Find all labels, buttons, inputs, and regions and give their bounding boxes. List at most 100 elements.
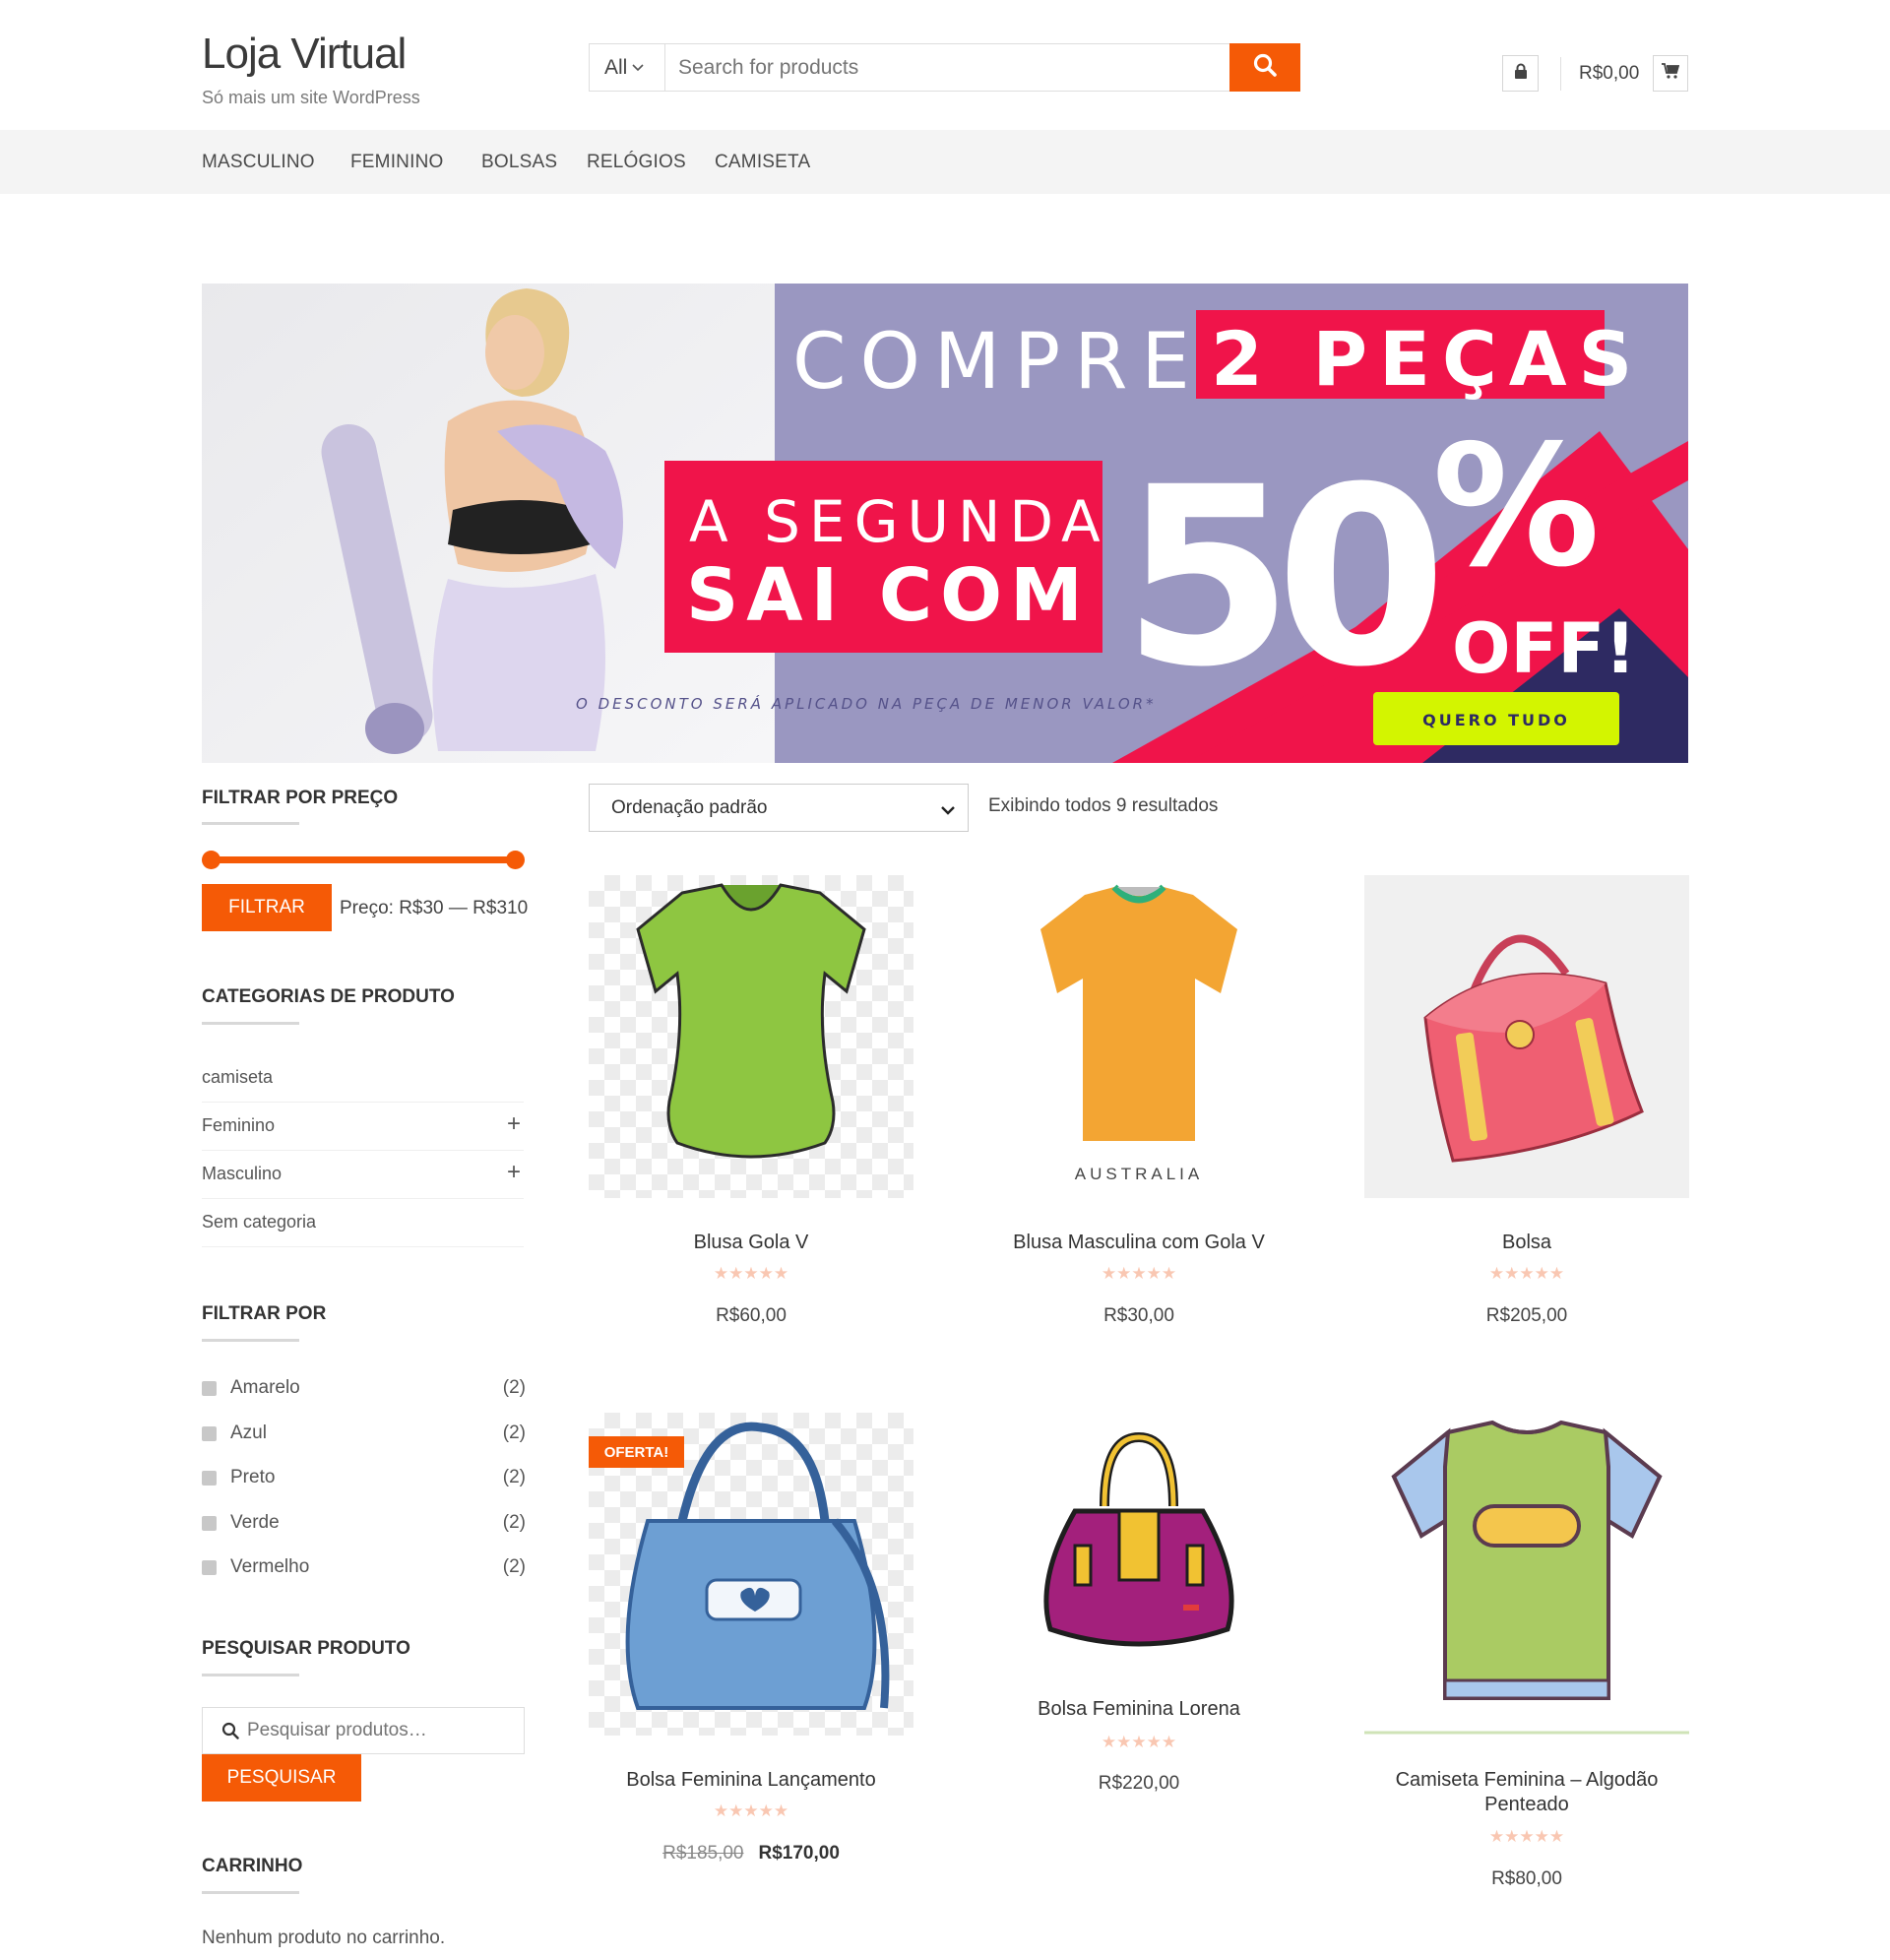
- product-price: R$205,00: [1485, 1305, 1568, 1326]
- price-slider-max-handle[interactable]: [506, 851, 525, 869]
- nav-item-bolsas[interactable]: BOLSAS: [481, 152, 557, 173]
- product-price: R$80,00: [1491, 1868, 1562, 1889]
- filter-count: (2): [502, 1377, 526, 1398]
- product-image[interactable]: [1364, 1413, 1689, 1736]
- filter-label: Amarelo: [230, 1377, 300, 1398]
- product-title[interactable]: Blusa Gola V: [589, 1231, 914, 1255]
- filter-label: Vermelho: [230, 1556, 310, 1577]
- filter-option-amarelo[interactable]: Amarelo (2): [202, 1375, 526, 1405]
- cart-total[interactable]: R$0,00: [1579, 63, 1639, 85]
- nav-item-masculino[interactable]: MASCULINO: [202, 152, 315, 173]
- price-slider-min-handle[interactable]: [202, 851, 220, 869]
- filter-option-preto[interactable]: Preto (2): [202, 1465, 526, 1494]
- filter-checkbox[interactable]: [202, 1381, 217, 1396]
- product-image[interactable]: [976, 1413, 1301, 1669]
- filter-by-title: FILTRAR POR: [202, 1303, 327, 1324]
- filter-count: (2): [502, 1467, 526, 1487]
- sidebar-search-button[interactable]: PESQUISAR: [202, 1754, 361, 1802]
- product-price: R$185,00 R$170,00: [589, 1843, 914, 1865]
- green-tshirt-illustration: [1364, 1420, 1689, 1735]
- product-title[interactable]: Bolsa Feminina Lançamento: [589, 1768, 914, 1793]
- product-price: R$30,00: [1103, 1305, 1174, 1326]
- product-card-bolsa-feminina-lancamento[interactable]: OFERTA! Bolsa Feminina Lançamento ★★★★★ …: [589, 1413, 914, 1875]
- filter-checkbox[interactable]: [202, 1426, 217, 1441]
- page: Loja Virtual Só mais um site WordPress A…: [0, 0, 1890, 1960]
- price-slider-track[interactable]: [209, 856, 516, 863]
- filter-checkbox[interactable]: [202, 1471, 217, 1486]
- category-item-feminino[interactable]: Feminino +: [202, 1103, 524, 1151]
- category-label: camiseta: [202, 1067, 274, 1087]
- site-title[interactable]: Loja Virtual: [202, 30, 407, 79]
- search-icon: [1252, 52, 1278, 83]
- shirt-print-text: AUSTRALIA: [1074, 1165, 1204, 1183]
- product-image[interactable]: [589, 875, 914, 1198]
- price-range-label: Preço: R$30 — R$310: [340, 898, 529, 918]
- search-icon: [221, 1722, 239, 1744]
- empty-cart-message: Nenhum produto no carrinho.: [202, 1928, 446, 1948]
- orderby-selected-value: Ordenação padrão: [611, 796, 768, 818]
- cart-button[interactable]: [1653, 55, 1688, 92]
- banner-percent: %: [1432, 410, 1600, 604]
- product-card-bolsa-feminina-lorena[interactable]: Bolsa Feminina Lorena ★★★★★ R$220,00: [976, 1413, 1301, 1826]
- filter-option-verde[interactable]: Verde (2): [202, 1510, 526, 1540]
- category-item-sem-categoria[interactable]: Sem categoria: [202, 1199, 524, 1247]
- product-card-bolsa[interactable]: Bolsa ★★★★★ R$205,00: [1364, 875, 1689, 1338]
- filter-button[interactable]: FILTRAR: [202, 884, 332, 931]
- product-title[interactable]: Bolsa: [1364, 1231, 1689, 1255]
- result-count: Exibindo todos 9 resultados: [988, 795, 1219, 816]
- product-price: R$220,00: [1098, 1773, 1180, 1794]
- price-filter-title: FILTRAR POR PREÇO: [202, 788, 399, 808]
- search-input[interactable]: [665, 44, 1229, 91]
- search-category-select[interactable]: All: [590, 44, 665, 91]
- filter-checkbox[interactable]: [202, 1560, 217, 1575]
- sale-badge: OFERTA!: [589, 1436, 684, 1468]
- banner-line1-a: COMPRE: [792, 318, 1204, 407]
- product-rating: ★★★★★: [1101, 1733, 1177, 1751]
- product-price: R$60,00: [716, 1305, 787, 1326]
- purple-handbag-image: [1043, 1431, 1234, 1647]
- product-title-line-2[interactable]: Penteado: [1364, 1793, 1689, 1817]
- filter-count: (2): [502, 1556, 526, 1577]
- sidebar-search-input[interactable]: [247, 1708, 518, 1753]
- product-title[interactable]: Bolsa Feminina Lorena: [976, 1697, 1301, 1722]
- product-image[interactable]: OFERTA!: [589, 1413, 914, 1736]
- promo-banner[interactable]: COMPRE 2 PEÇAS A SEGUNDA SAI COM 50 % OF…: [202, 284, 1688, 763]
- pink-handbag-image: [1423, 934, 1644, 1163]
- orderby-select[interactable]: Ordenação padrão: [589, 784, 969, 832]
- expand-plus-icon[interactable]: +: [507, 1110, 521, 1138]
- search-button[interactable]: [1229, 43, 1300, 92]
- product-image[interactable]: [1364, 875, 1689, 1198]
- my-account-button[interactable]: [1502, 55, 1539, 92]
- product-title-line-1[interactable]: Camiseta Feminina – Algodão: [1364, 1768, 1689, 1793]
- nav-item-camiseta[interactable]: CAMISETA: [715, 152, 810, 173]
- product-search-title: PESQUISAR PRODUTO: [202, 1638, 410, 1659]
- banner-line1-b: 2 PEÇAS: [1211, 315, 1644, 403]
- filter-checkbox[interactable]: [202, 1516, 217, 1531]
- nav-item-relogios[interactable]: RELÓGIOS: [587, 152, 686, 173]
- product-card-camiseta-feminina[interactable]: Camiseta Feminina – Algodão Penteado ★★★…: [1364, 1413, 1689, 1895]
- chevron-down-icon: [632, 60, 644, 75]
- filter-label: Azul: [230, 1423, 267, 1443]
- widget-underline: [202, 1339, 299, 1342]
- filter-count: (2): [502, 1423, 526, 1443]
- main-navigation: MASCULINO FEMININO BOLSAS RELÓGIOS CAMIS…: [0, 130, 1890, 194]
- widget-underline: [202, 1674, 299, 1676]
- widget-underline: [202, 1891, 299, 1894]
- product-rating: ★★★★★: [1488, 1827, 1565, 1846]
- product-card-blusa-gola-v[interactable]: Blusa Gola V ★★★★★ R$60,00: [589, 875, 914, 1338]
- product-rating: ★★★★★: [713, 1264, 789, 1283]
- banner-line2-b: SAI COM: [686, 553, 1091, 638]
- filter-option-vermelho[interactable]: Vermelho (2): [202, 1554, 526, 1584]
- product-title[interactable]: Blusa Masculina com Gola V: [976, 1231, 1301, 1255]
- filter-option-azul[interactable]: Azul (2): [202, 1421, 526, 1450]
- nav-item-feminino[interactable]: FEMININO: [350, 152, 444, 173]
- product-image[interactable]: AUSTRALIA: [976, 875, 1301, 1198]
- product-card-blusa-masculina[interactable]: AUSTRALIA Blusa Masculina com Gola V ★★★…: [976, 875, 1301, 1338]
- product-rating: ★★★★★: [1101, 1264, 1177, 1283]
- category-item-masculino[interactable]: Masculino +: [202, 1151, 524, 1199]
- banner-line2-a: A SEGUNDA: [689, 488, 1109, 555]
- category-item-camiseta[interactable]: camiseta: [202, 1054, 524, 1103]
- product-rating: ★★★★★: [1488, 1264, 1565, 1283]
- expand-plus-icon[interactable]: +: [507, 1159, 521, 1186]
- category-label: Masculino: [202, 1164, 283, 1183]
